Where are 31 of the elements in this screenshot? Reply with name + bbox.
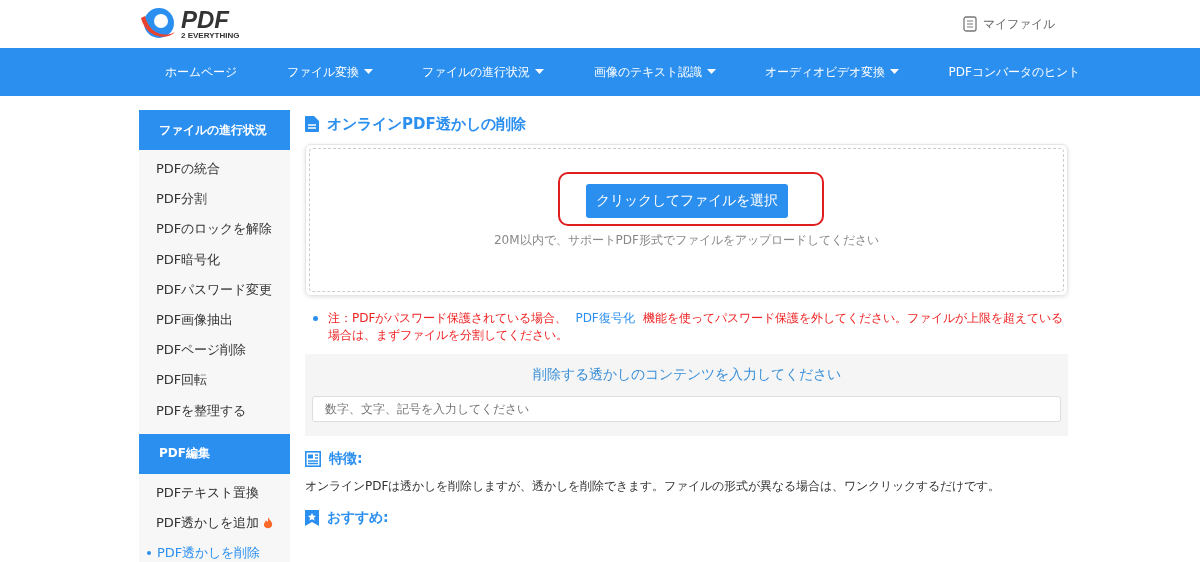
logo-wordmark: PDF (181, 8, 231, 32)
sidebar-item[interactable]: PDF分割 (139, 184, 290, 215)
sidebar-item[interactable]: PDF暗号化 (139, 244, 290, 275)
features-heading: 特徴: (329, 450, 363, 468)
sidebar-item[interactable]: PDFテキスト置換 (139, 477, 290, 508)
document-icon (963, 16, 977, 32)
sidebar-item[interactable]: PDFページ削除 (139, 335, 290, 366)
upload-area[interactable]: クリックしてファイルを選択 20M以内で、サポートPDF形式でファイルをアップロードしてください (305, 144, 1068, 296)
sidebar-item[interactable]: PDF透かしを追加 (139, 507, 290, 539)
recommend-heading: おすすめ: (327, 509, 389, 527)
sidebar-item[interactable]: PDFのロックを解除 (139, 214, 290, 245)
bookmark-star-icon (305, 510, 319, 526)
news-icon (305, 451, 321, 467)
note-text: 注：PDFがパスワード保護されている場合、 PDF復号化 機能を使ってパスワード保護を外してください。ファイルが上限を超えている場合は、まずファイルを分割してください。 (328, 310, 1064, 344)
sidebar-item[interactable]: PDFを整理する (139, 395, 290, 426)
bullet-icon (313, 316, 318, 321)
watermark-input[interactable]: 数字、文字、記号を入力してください (312, 396, 1061, 422)
sidebar-item[interactable]: PDFの統合 (139, 154, 290, 185)
sidebar-item[interactable]: PDF画像抽出 (139, 304, 290, 336)
sidebar-item[interactable]: PDFパスワード変更 (139, 274, 290, 305)
watermark-heading: 削除する透かしのコンテンツを入力してください (531, 366, 842, 384)
decrypt-link[interactable]: PDF復号化 (575, 311, 635, 325)
document-icon (305, 116, 319, 132)
page-title: オンラインPDF透かしの削除 (327, 114, 526, 134)
logo-tagline: 2 EVERYTHING (181, 32, 240, 40)
upload-hint: 20M以内で、サポートPDF形式でファイルをアップロードしてください (494, 232, 879, 249)
my-files-link[interactable]: マイファイル (963, 15, 1055, 33)
features-text: オンラインPDFは透かしを削除しますが、透かしを削除できます。ファイルの形式が異なる場合は、ワンクリックするだけです。 (305, 478, 1002, 495)
sidebar-heading: PDF編集 (139, 433, 290, 474)
sidebar-item[interactable]: PDF回転 (139, 365, 290, 396)
sidebar-heading: ファイルの進行状況 (139, 110, 290, 150)
